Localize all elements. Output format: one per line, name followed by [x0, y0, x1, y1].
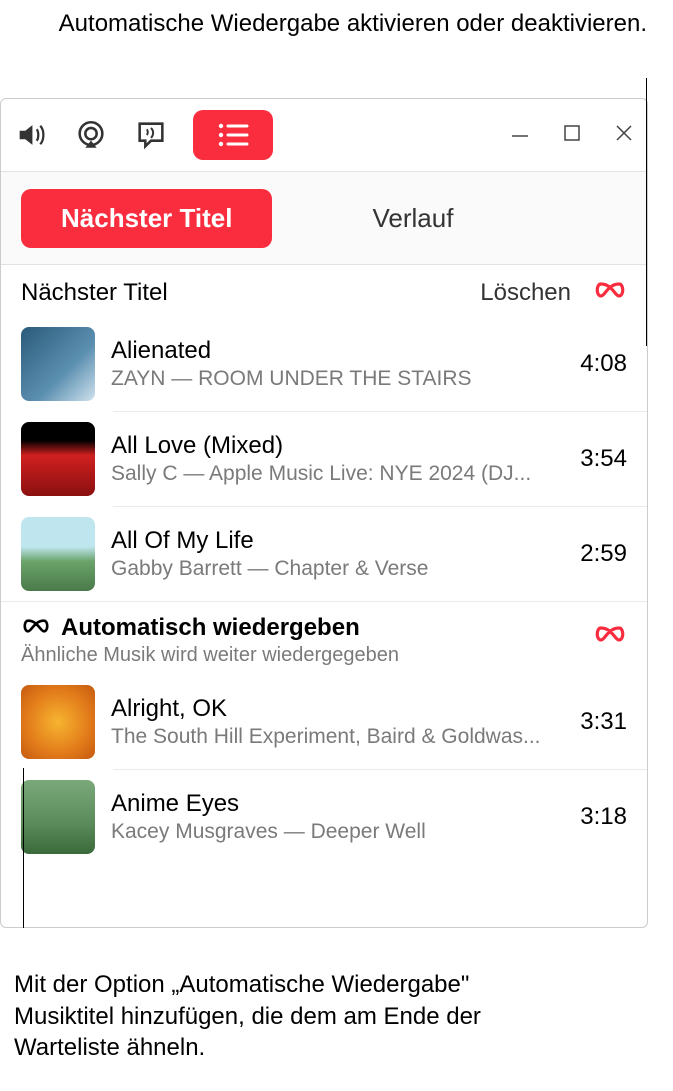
autoplay-toggle-icon[interactable] — [593, 279, 627, 307]
autoplay-subtitle: Ähnliche Musik wird weiter wiedergegeben — [21, 644, 593, 667]
maximize-button[interactable] — [561, 122, 583, 149]
track-title: All Love (Mixed) — [111, 432, 570, 460]
tab-history[interactable]: Verlauf — [302, 203, 453, 234]
queue-button[interactable] — [193, 110, 273, 160]
track-row[interactable]: Alienated ZAYN — ROOM UNDER THE STAIRS 4… — [1, 317, 647, 411]
section-title: Nächster Titel — [21, 279, 480, 307]
track-duration: 2:59 — [580, 540, 627, 568]
track-row[interactable]: All Of My Life Gabby Barrett — Chapter &… — [1, 507, 647, 601]
track-duration: 3:18 — [580, 803, 627, 831]
volume-icon[interactable] — [13, 117, 49, 153]
track-title: Alright, OK — [111, 695, 570, 723]
airplay-icon[interactable] — [73, 117, 109, 153]
infinity-icon — [21, 614, 51, 642]
autoplay-toggle-icon[interactable] — [593, 614, 627, 649]
queue-tabs: Nächster Titel Verlauf — [1, 171, 647, 265]
track-subtitle: Sally C — Apple Music Live: NYE 2024 (DJ… — [111, 462, 570, 486]
minimize-button[interactable] — [509, 122, 531, 149]
queue-list: Alienated ZAYN — ROOM UNDER THE STAIRS 4… — [1, 317, 647, 601]
tab-next[interactable]: Nächster Titel — [21, 189, 272, 248]
track-duration: 4:08 — [580, 350, 627, 378]
window-controls — [509, 99, 635, 171]
callout-line — [23, 768, 24, 928]
autoplay-header: Automatisch wiedergeben Ähnliche Musik w… — [1, 601, 647, 675]
toolbar — [1, 99, 647, 171]
autoplay-list: Alright, OK The South Hill Experiment, B… — [1, 675, 647, 864]
album-art — [21, 422, 95, 496]
track-subtitle: Gabby Barrett — Chapter & Verse — [111, 557, 570, 581]
album-art — [21, 517, 95, 591]
close-button[interactable] — [613, 122, 635, 149]
callout-bottom: Mit der Option „Automatische Wiedergabe"… — [14, 969, 514, 1063]
track-row[interactable]: Anime Eyes Kacey Musgraves — Deeper Well… — [1, 770, 647, 864]
section-header: Nächster Titel Löschen — [1, 265, 647, 317]
track-title: Anime Eyes — [111, 790, 570, 818]
album-art — [21, 685, 95, 759]
queue-window: Nächster Titel Verlauf Nächster Titel Lö… — [0, 98, 648, 928]
track-title: All Of My Life — [111, 527, 570, 555]
clear-button[interactable]: Löschen — [480, 279, 571, 307]
track-subtitle: Kacey Musgraves — Deeper Well — [111, 820, 570, 844]
track-row[interactable]: All Love (Mixed) Sally C — Apple Music L… — [1, 412, 647, 506]
callout-line — [646, 78, 647, 98]
callout-line — [646, 98, 647, 346]
track-title: Alienated — [111, 337, 570, 365]
track-subtitle: ZAYN — ROOM UNDER THE STAIRS — [111, 367, 570, 391]
callout-top: Automatische Wiedergabe aktivieren oder … — [59, 8, 647, 39]
album-art — [21, 780, 95, 854]
album-art — [21, 327, 95, 401]
track-subtitle: The South Hill Experiment, Baird & Goldw… — [111, 725, 570, 749]
track-duration: 3:31 — [580, 708, 627, 736]
autoplay-title: Automatisch wiedergeben — [61, 614, 360, 642]
track-duration: 3:54 — [580, 445, 627, 473]
lyrics-icon[interactable] — [133, 117, 169, 153]
track-row[interactable]: Alright, OK The South Hill Experiment, B… — [1, 675, 647, 769]
